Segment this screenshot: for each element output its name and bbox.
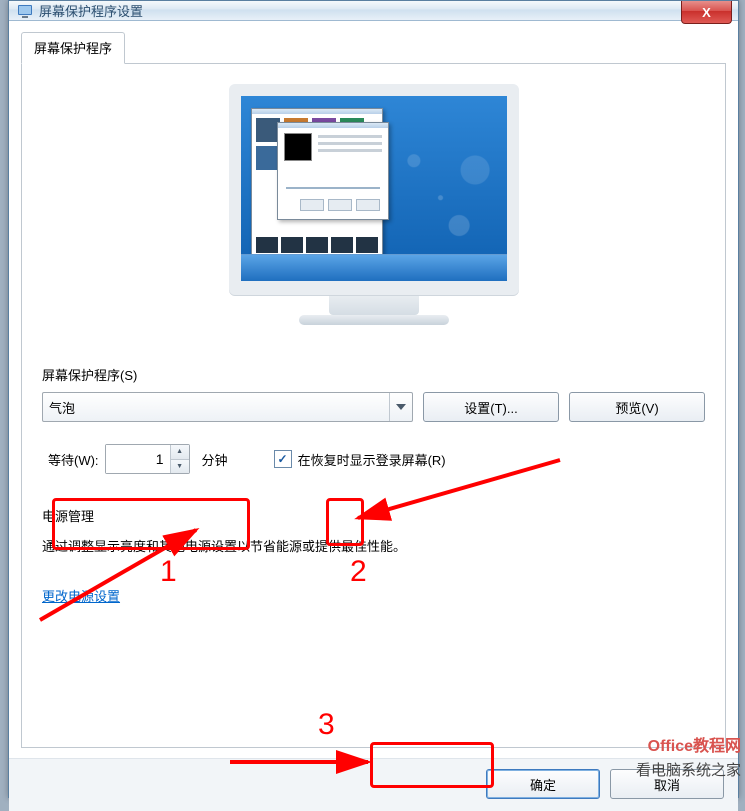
wait-unit: 分钟 [202, 450, 228, 469]
power-section-desc: 通过调整显示亮度和其他电源设置以节省能源或提供最佳性能。 [42, 535, 705, 558]
monitor-preview [229, 84, 519, 325]
watermark-line1: Office教程网 [648, 732, 741, 756]
resume-checkbox[interactable]: ✓ [274, 450, 292, 468]
dialog-window: 屏幕保护程序设置 X 屏幕保护程序 [8, 0, 739, 798]
app-icon [17, 3, 33, 19]
spinner-up-icon[interactable]: ▲ [171, 445, 189, 460]
watermark-line2: 看电脑系统之家 [636, 759, 741, 780]
screensaver-selected-value: 气泡 [49, 398, 75, 417]
window-title: 屏幕保护程序设置 [39, 1, 143, 20]
ok-button[interactable]: 确定 [486, 769, 600, 799]
tab-body: 屏幕保护程序(S) 气泡 设置(T)... 预览(V) 等待(W): [21, 64, 726, 748]
screensaver-select[interactable]: 气泡 [42, 392, 413, 422]
spinner-down-icon[interactable]: ▼ [171, 460, 189, 474]
close-button[interactable]: X [681, 1, 732, 24]
preview-button[interactable]: 预览(V) [569, 392, 705, 422]
title-bar: 屏幕保护程序设置 X [9, 1, 738, 21]
tab-screensaver[interactable]: 屏幕保护程序 [21, 32, 125, 64]
dialog-footer: 确定 取消 [9, 758, 738, 811]
client-area: 屏幕保护程序 [9, 21, 738, 758]
wait-spinner[interactable]: ▲ ▼ [105, 444, 190, 474]
wait-input[interactable] [106, 445, 170, 473]
wait-group: 等待(W): ▲ ▼ [42, 440, 196, 478]
chevron-down-icon [389, 393, 412, 421]
settings-button[interactable]: 设置(T)... [423, 392, 559, 422]
preview-area [42, 84, 705, 325]
screensaver-group-label: 屏幕保护程序(S) [42, 365, 705, 384]
resume-label: 在恢复时显示登录屏幕(R) [298, 450, 446, 469]
wait-label: 等待(W): [48, 450, 99, 469]
change-power-settings-link[interactable]: 更改电源设置 [42, 586, 120, 605]
power-section-title: 电源管理 [42, 506, 705, 525]
tab-strip: 屏幕保护程序 [21, 31, 726, 64]
